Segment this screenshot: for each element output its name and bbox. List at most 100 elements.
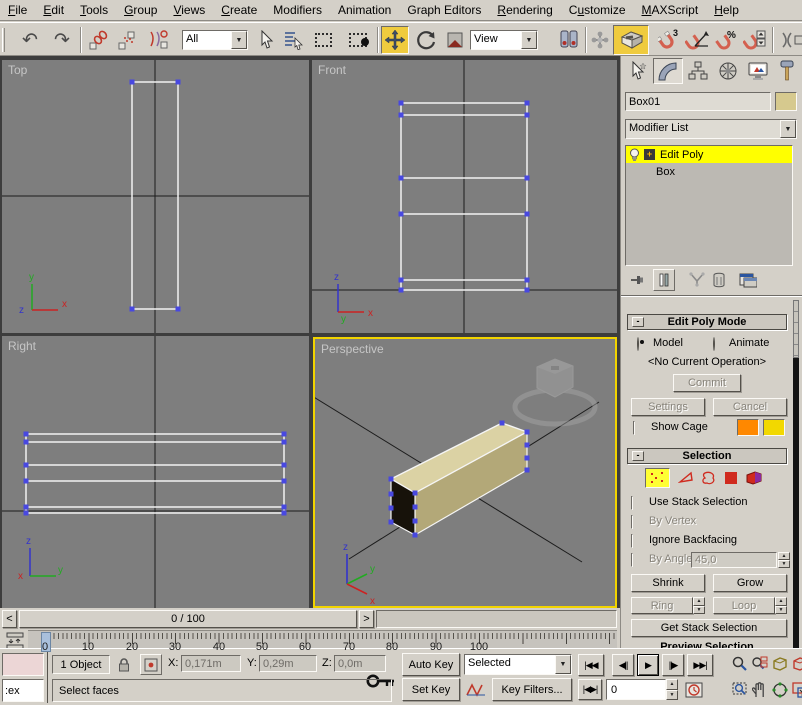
select-and-scale-button[interactable] — [443, 27, 467, 53]
zoom-button[interactable] — [730, 652, 749, 676]
viewport-top[interactable]: y x z Top — [2, 60, 309, 333]
menu-file[interactable]: File — [0, 1, 35, 19]
time-slider-handle[interactable]: 0 / 100 — [19, 610, 357, 628]
maximize-viewport-toggle[interactable] — [790, 678, 802, 702]
rollout-scrollbar[interactable] — [793, 300, 799, 648]
menu-rendering[interactable]: Rendering — [489, 1, 560, 19]
unlink-selection-icon[interactable] — [115, 27, 141, 53]
pin-stack-button[interactable] — [627, 270, 647, 290]
tab-motion[interactable] — [713, 58, 743, 84]
selection-set-combo[interactable]: Selected ▼ — [464, 654, 572, 675]
preview-selection-rollout-header[interactable]: Preview Selection — [627, 641, 787, 648]
configure-modifier-sets-button[interactable] — [737, 270, 759, 290]
spinner-snap-toggle[interactable] — [742, 26, 768, 54]
select-and-rotate-button[interactable] — [412, 26, 440, 54]
menu-edit[interactable]: Edit — [35, 1, 72, 19]
selection-rollout-header[interactable]: - Selection — [627, 448, 787, 464]
show-end-result-button[interactable] — [653, 269, 675, 291]
maxscript-mini-listener[interactable]: :ex — [2, 679, 44, 702]
maxscript-mini-listener-macro[interactable] — [2, 653, 44, 676]
menu-modifiers[interactable]: Modifiers — [265, 1, 330, 19]
toolbar-grip[interactable] — [2, 28, 5, 52]
absolute-offset-mode-toggle[interactable] — [140, 654, 162, 675]
object-color-swatch[interactable] — [775, 92, 797, 111]
zoom-extents-button[interactable] — [770, 652, 789, 676]
bind-to-spacewarp-icon[interactable] — [144, 27, 174, 53]
lightbulb-icon[interactable] — [628, 148, 641, 162]
chevron-down-icon[interactable]: ▼ — [555, 655, 571, 674]
loop-spinner[interactable]: ▲▼ — [775, 597, 787, 614]
go-to-end-button[interactable]: ▶▶| — [687, 654, 713, 676]
selection-filter-combo[interactable]: All ▼ — [182, 30, 248, 50]
subobject-polygon-button[interactable] — [722, 470, 740, 486]
region-zoom-button[interactable] — [730, 678, 749, 702]
time-slider-track[interactable] — [376, 610, 617, 628]
set-key-button[interactable]: Set Key — [402, 678, 460, 701]
animate-radio[interactable] — [713, 338, 715, 350]
settings-button[interactable]: Settings — [631, 398, 705, 416]
viewport-front[interactable]: z y x Front — [312, 60, 617, 333]
viewport-perspective[interactable]: z y x Perspective — [313, 337, 617, 608]
expand-stack-icon[interactable]: + — [644, 149, 655, 160]
angle-snap-toggle[interactable] — [684, 26, 712, 54]
tab-display[interactable] — [743, 58, 773, 84]
redo-button[interactable]: ↷ — [48, 26, 76, 54]
chevron-down-icon[interactable]: ▼ — [231, 31, 247, 49]
subobject-edge-button[interactable] — [676, 470, 696, 486]
cage-color-swatch[interactable] — [737, 419, 759, 436]
undo-button[interactable]: ↶ — [16, 26, 44, 54]
viewport-right[interactable]: z y x Right — [2, 336, 309, 608]
by-angle-field[interactable]: 45,0 — [691, 552, 777, 568]
viewport-front-label[interactable]: Front — [318, 63, 346, 77]
by-vertex-checkbox[interactable] — [631, 516, 633, 528]
key-filters-button[interactable]: Key Filters... — [492, 678, 572, 701]
pan-view-button[interactable] — [750, 678, 769, 702]
keyboard-shortcut-override-toggle[interactable] — [613, 25, 649, 55]
menu-group[interactable]: Group — [116, 1, 165, 19]
menu-animation[interactable]: Animation — [330, 1, 399, 19]
rectangular-selection-region-button[interactable] — [310, 27, 336, 53]
frame-spinner[interactable]: ▲▼ — [666, 679, 678, 700]
menu-graph-editors[interactable]: Graph Editors — [399, 1, 489, 19]
arc-rotate-button[interactable] — [770, 678, 789, 702]
object-name-field[interactable]: Box01 — [625, 92, 771, 111]
use-pivot-point-center-button[interactable] — [556, 27, 582, 53]
menu-views[interactable]: Views — [165, 1, 213, 19]
stack-item-edit-poly[interactable]: + Edit Poly — [626, 146, 792, 163]
zoom-extents-all-button[interactable] — [790, 652, 802, 676]
current-frame-field[interactable]: 0 — [606, 679, 666, 700]
percent-snap-toggle[interactable]: % — [714, 26, 740, 54]
scrollbar-thumb[interactable] — [793, 300, 799, 358]
next-frame-slider-button[interactable]: > — [359, 610, 374, 628]
tab-utilities[interactable] — [773, 58, 801, 84]
key-mode-toggle[interactable]: |◀▶| — [578, 679, 602, 700]
make-unique-button[interactable] — [687, 270, 707, 290]
menu-maxscript[interactable]: MAXScript — [634, 1, 707, 19]
chevron-down-icon[interactable]: ▼ — [521, 31, 537, 49]
menu-help[interactable]: Help — [706, 1, 747, 19]
next-frame-button[interactable]: ||▶ — [662, 654, 684, 676]
cage-selected-color-swatch[interactable] — [763, 419, 785, 436]
collapse-icon[interactable]: - — [632, 317, 644, 327]
use-stack-selection-checkbox[interactable] — [631, 497, 633, 509]
shrink-button[interactable]: Shrink — [631, 574, 705, 592]
tab-modify[interactable] — [653, 58, 683, 84]
window-crossing-toggle[interactable] — [344, 27, 371, 53]
use-stack-selection-label[interactable]: Use Stack Selection — [649, 496, 747, 508]
subobject-border-button[interactable] — [699, 470, 719, 486]
time-configuration-button[interactable] — [682, 679, 706, 700]
select-and-link-icon[interactable] — [87, 27, 111, 53]
mirror-button-clipped[interactable] — [777, 27, 802, 53]
menu-customize[interactable]: Customize — [561, 1, 634, 19]
viewport-perspective-label[interactable]: Perspective — [321, 342, 384, 356]
x-coordinate-field[interactable]: 0,171m — [181, 655, 241, 672]
model-radio[interactable] — [637, 338, 639, 350]
show-cage-checkbox[interactable] — [633, 422, 635, 434]
commit-button[interactable]: Commit — [673, 374, 741, 392]
select-and-move-button[interactable] — [381, 26, 409, 54]
collapse-icon[interactable]: - — [632, 451, 644, 461]
ring-button[interactable]: Ring — [631, 597, 693, 614]
tab-hierarchy[interactable] — [683, 58, 713, 84]
by-angle-checkbox[interactable] — [631, 554, 633, 566]
subobject-vertex-button[interactable] — [645, 468, 670, 488]
